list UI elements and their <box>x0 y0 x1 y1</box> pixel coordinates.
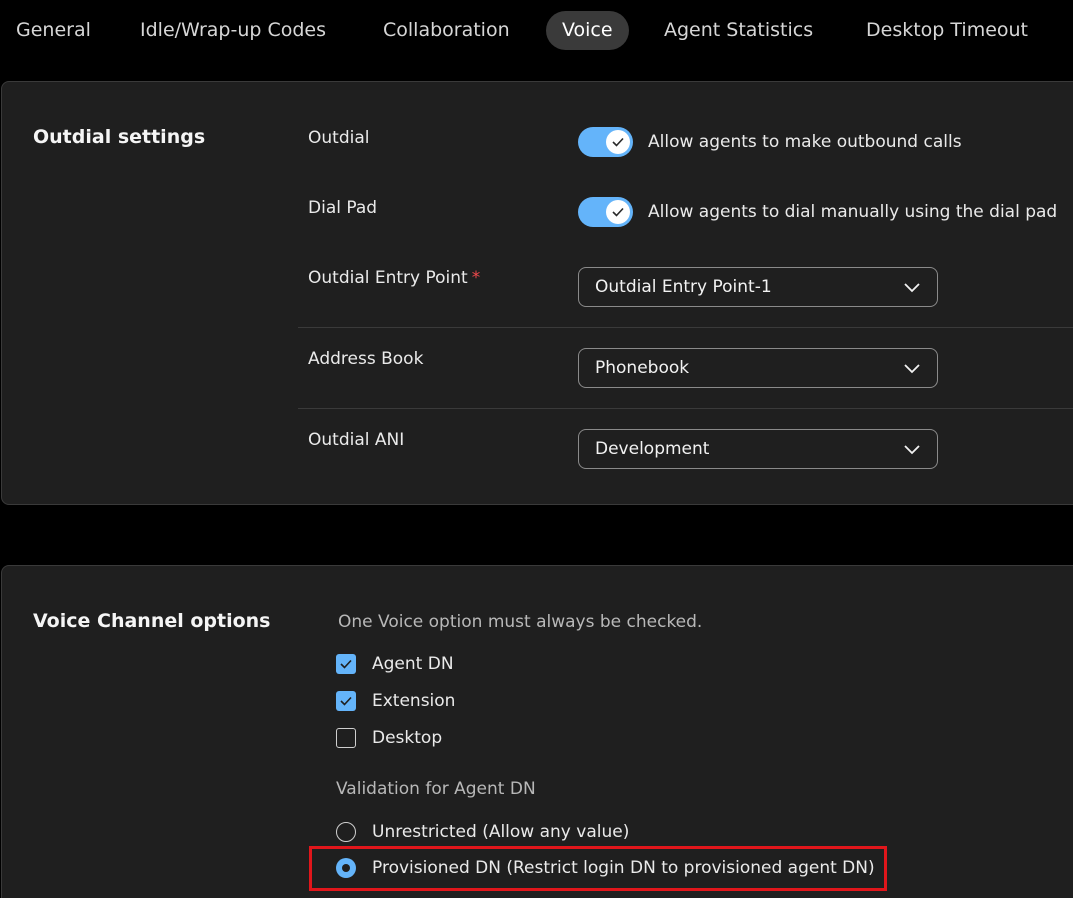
radio-label: Unrestricted (Allow any value) <box>372 822 630 842</box>
voice-option-hint: One Voice option must always be checked. <box>338 612 703 632</box>
check-icon <box>340 659 352 669</box>
address-book-select[interactable]: Phonebook <box>578 348 938 388</box>
outdial-label: Outdial <box>308 128 370 148</box>
checkbox-label: Desktop <box>372 728 443 748</box>
chevron-down-icon <box>904 445 920 455</box>
radio-button[interactable] <box>336 822 356 842</box>
outdial-ani-select[interactable]: Development <box>578 429 938 469</box>
outdial-toggle[interactable] <box>578 127 633 157</box>
checkbox[interactable] <box>336 691 356 711</box>
address-book-label: Address Book <box>308 349 424 369</box>
chevron-down-icon <box>904 364 920 374</box>
tab-agent-statistics[interactable]: Agent Statistics <box>664 11 813 50</box>
check-icon <box>612 207 624 217</box>
entry-point-label: Outdial Entry Point * <box>308 268 480 288</box>
checkbox[interactable] <box>336 728 356 748</box>
required-marker: * <box>471 268 481 288</box>
checkbox-label: Extension <box>372 691 456 711</box>
toggle-knob <box>606 200 630 224</box>
dialpad-label: Dial Pad <box>308 198 378 218</box>
chevron-down-icon <box>904 283 920 293</box>
outdial-toggle-text: Allow agents to make outbound calls <box>648 132 962 152</box>
address-book-value: Phonebook <box>595 358 690 378</box>
settings-tabbar: General Idle/Wrap-up Codes Collaboration… <box>0 0 1073 62</box>
divider <box>298 327 1073 328</box>
tab-general[interactable]: General <box>16 11 91 50</box>
check-icon <box>612 137 624 147</box>
entry-point-select[interactable]: Outdial Entry Point-1 <box>578 267 938 307</box>
voice-channel-title: Voice Channel options <box>33 610 271 632</box>
entry-point-value: Outdial Entry Point-1 <box>595 277 772 297</box>
tab-idle-wrapup-codes[interactable]: Idle/Wrap-up Codes <box>140 11 326 50</box>
outdial-ani-label: Outdial ANI <box>308 430 405 450</box>
voice-settings-page: General Idle/Wrap-up Codes Collaboration… <box>0 0 1073 898</box>
dialpad-toggle[interactable] <box>578 197 633 227</box>
checkbox-label: Agent DN <box>372 654 454 674</box>
dialpad-toggle-text: Allow agents to dial manually using the … <box>648 202 1058 222</box>
check-icon <box>340 696 352 706</box>
toggle-knob <box>606 130 630 154</box>
entry-point-label-text: Outdial Entry Point <box>308 268 468 288</box>
tab-voice[interactable]: Voice <box>546 11 629 50</box>
outdial-settings-title: Outdial settings <box>33 126 206 148</box>
tab-collaboration[interactable]: Collaboration <box>383 11 510 50</box>
divider <box>298 408 1073 409</box>
highlight-box <box>309 846 887 891</box>
checkbox[interactable] <box>336 654 356 674</box>
validation-label: Validation for Agent DN <box>336 779 536 799</box>
outdial-ani-value: Development <box>595 439 710 459</box>
outdial-settings-panel: Outdial settings Outdial Allow agents to… <box>1 81 1073 505</box>
tab-desktop-timeout[interactable]: Desktop Timeout <box>866 11 1028 50</box>
